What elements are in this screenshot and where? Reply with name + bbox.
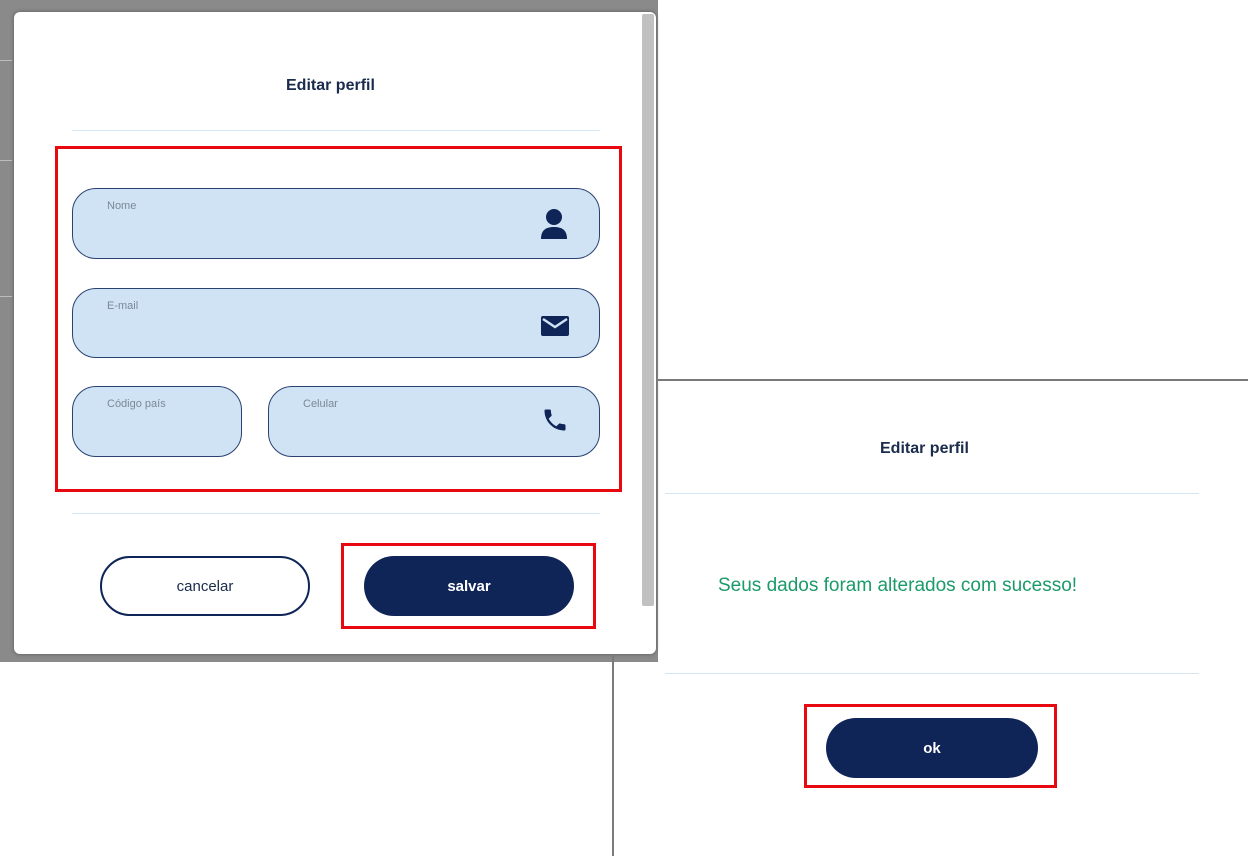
save-button[interactable]: salvar: [364, 556, 574, 616]
dialog-left-border: [612, 654, 614, 856]
background-divider: [0, 160, 12, 161]
phone-field-label: Celular: [303, 398, 338, 410]
background-divider: [0, 296, 12, 297]
email-field[interactable]: E-mail: [72, 288, 600, 358]
title-divider: [72, 130, 600, 131]
success-message: Seus dados foram alterados com sucesso!: [718, 575, 1078, 596]
user-icon: [540, 208, 568, 245]
background-divider: [0, 60, 12, 61]
modal-title: Editar perfil: [286, 77, 375, 94]
dialog-title-divider: [665, 493, 1199, 494]
edit-profile-modal: Editar perfil Nome E-mail Código país Ce…: [14, 12, 656, 654]
phone-field[interactable]: Celular: [268, 386, 600, 457]
country-code-field[interactable]: Código país: [72, 386, 242, 457]
name-field[interactable]: Nome: [72, 188, 600, 259]
dialog-message-divider: [665, 673, 1199, 674]
scrollbar[interactable]: [642, 14, 654, 606]
cancel-button[interactable]: cancelar: [100, 556, 310, 616]
email-field-label: E-mail: [107, 300, 139, 312]
ok-button[interactable]: ok: [826, 718, 1038, 778]
name-field-label: Nome: [107, 200, 137, 212]
country-code-input[interactable]: [103, 413, 221, 443]
phone-input[interactable]: [299, 413, 539, 443]
email-input[interactable]: [103, 315, 539, 345]
phone-icon: [541, 406, 569, 439]
form-divider: [72, 513, 600, 514]
country-code-field-label: Código país: [107, 398, 166, 410]
name-input[interactable]: [103, 215, 539, 245]
success-dialog: Editar perfil Seus dados foram alterados…: [658, 381, 1248, 856]
dialog-title: Editar perfil: [880, 440, 969, 457]
envelope-icon: [541, 316, 569, 341]
